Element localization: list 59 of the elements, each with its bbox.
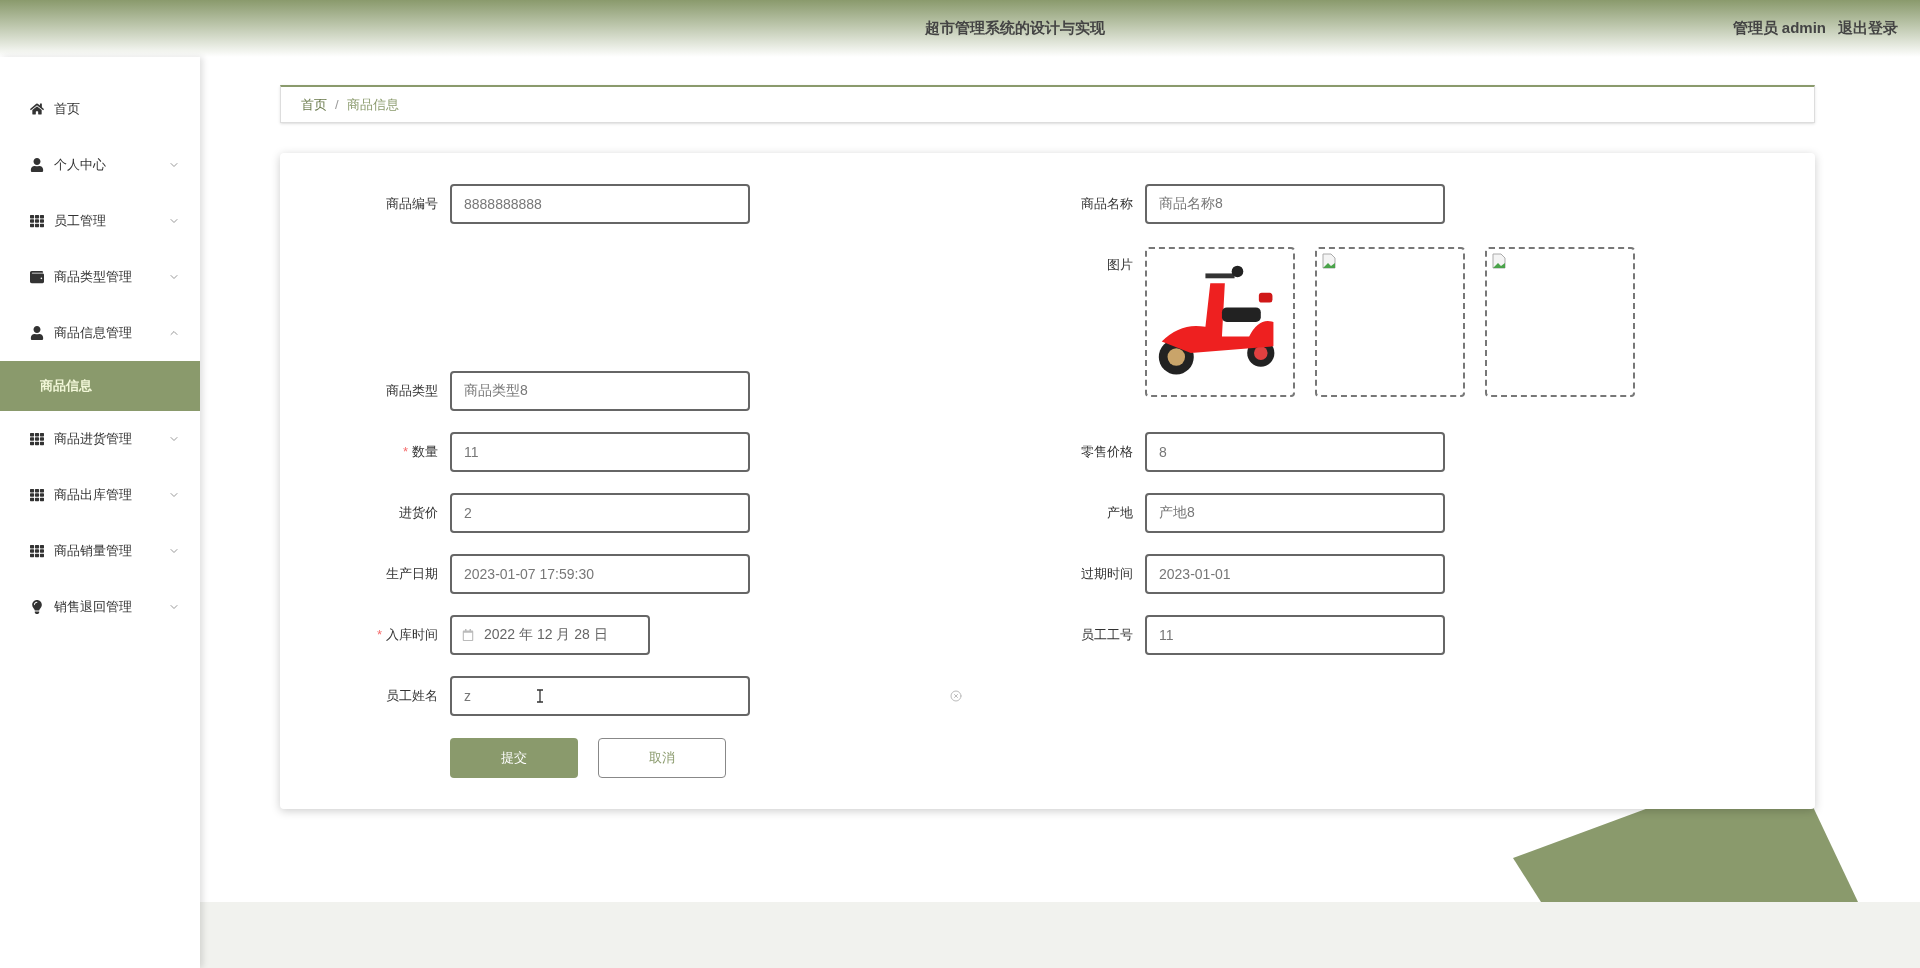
breadcrumb-link[interactable]: 商品信息 [346,94,399,115]
input-field[interactable]: 商品类型8 [450,371,750,411]
breadcrumb-separator: / [335,95,339,114]
field-label: 员工姓名 [386,687,438,706]
calendar-icon [462,629,474,641]
user-icon [30,326,44,340]
field-label: 进货价 [399,504,438,523]
field-label: 零售价格 [1081,443,1133,462]
broken-image-icon [1321,253,1337,269]
field-label: 生产日期 [386,565,438,584]
field-label: 过期时间 [1081,565,1133,584]
submit-button[interactable]: 提交 [450,738,578,778]
sidebar-item[interactable]: 员工管理 [0,193,200,249]
sidebar-item[interactable]: 首页 [0,81,200,137]
field-label: 产地 [1107,504,1133,523]
image-upload-slot[interactable] [1145,247,1295,397]
input-field[interactable]: 2 [450,493,750,533]
user-name: 管理员 admin [1732,18,1826,39]
input-field[interactable]: z [450,676,750,716]
lightbulb-icon [30,600,44,614]
field-label: 商品类型 [386,382,438,401]
grid-icon [30,214,44,228]
grid-icon [30,488,44,502]
date-field[interactable]: 2022 年 12 月 28 日 [450,615,650,655]
grid-icon [30,432,44,446]
input-field[interactable]: 商品名称8 [1145,184,1445,224]
home-icon [30,102,44,116]
sidebar-item[interactable]: 商品销量管理 [0,523,200,579]
sidebar-item[interactable]: 个人中心 [0,137,200,193]
field-label: 商品编号 [386,195,438,214]
input-field[interactable]: 11 [450,432,750,472]
logout-link[interactable]: 退出登录 [1838,17,1898,40]
input-field[interactable]: 8 [1145,432,1445,472]
input-field[interactable]: 11 [1145,615,1445,655]
field-label: 入库时间 [386,626,438,645]
broken-image-icon [1491,253,1507,269]
field-label: 图片 [1107,256,1133,274]
submenu-item[interactable]: 商品信息 [0,361,200,411]
sidebar-item[interactable]: 商品类型管理 [0,249,200,305]
breadcrumb-link[interactable]: 首页 [301,94,327,115]
field-label: 数量 [412,443,438,462]
required-mark: * [402,443,408,462]
field-label: 商品名称 [1081,195,1133,214]
grid-icon [30,544,44,558]
sidebar-item[interactable]: 商品信息管理 [0,305,200,361]
wallet-icon [30,270,44,284]
input-field[interactable]: 2023-01-01 [1145,554,1445,594]
text-cursor-icon [536,689,544,703]
sidebar-item[interactable]: 销售退回管理 [0,579,200,635]
input-field[interactable]: 2023-01-07 17:59:30 [450,554,750,594]
sidebar-item[interactable]: 商品出库管理 [0,467,200,523]
app-title: 超市管理系统的设计与实现 [925,18,1105,39]
input-field[interactable]: 产地8 [1145,493,1445,533]
input-field[interactable]: 8888888888 [450,184,750,224]
sidebar-item[interactable]: 商品进货管理 [0,411,200,467]
required-mark: * [376,626,382,645]
user-icon [30,158,44,172]
cancel-button[interactable]: 取消 [598,738,726,778]
field-label: 员工工号 [1081,626,1133,645]
